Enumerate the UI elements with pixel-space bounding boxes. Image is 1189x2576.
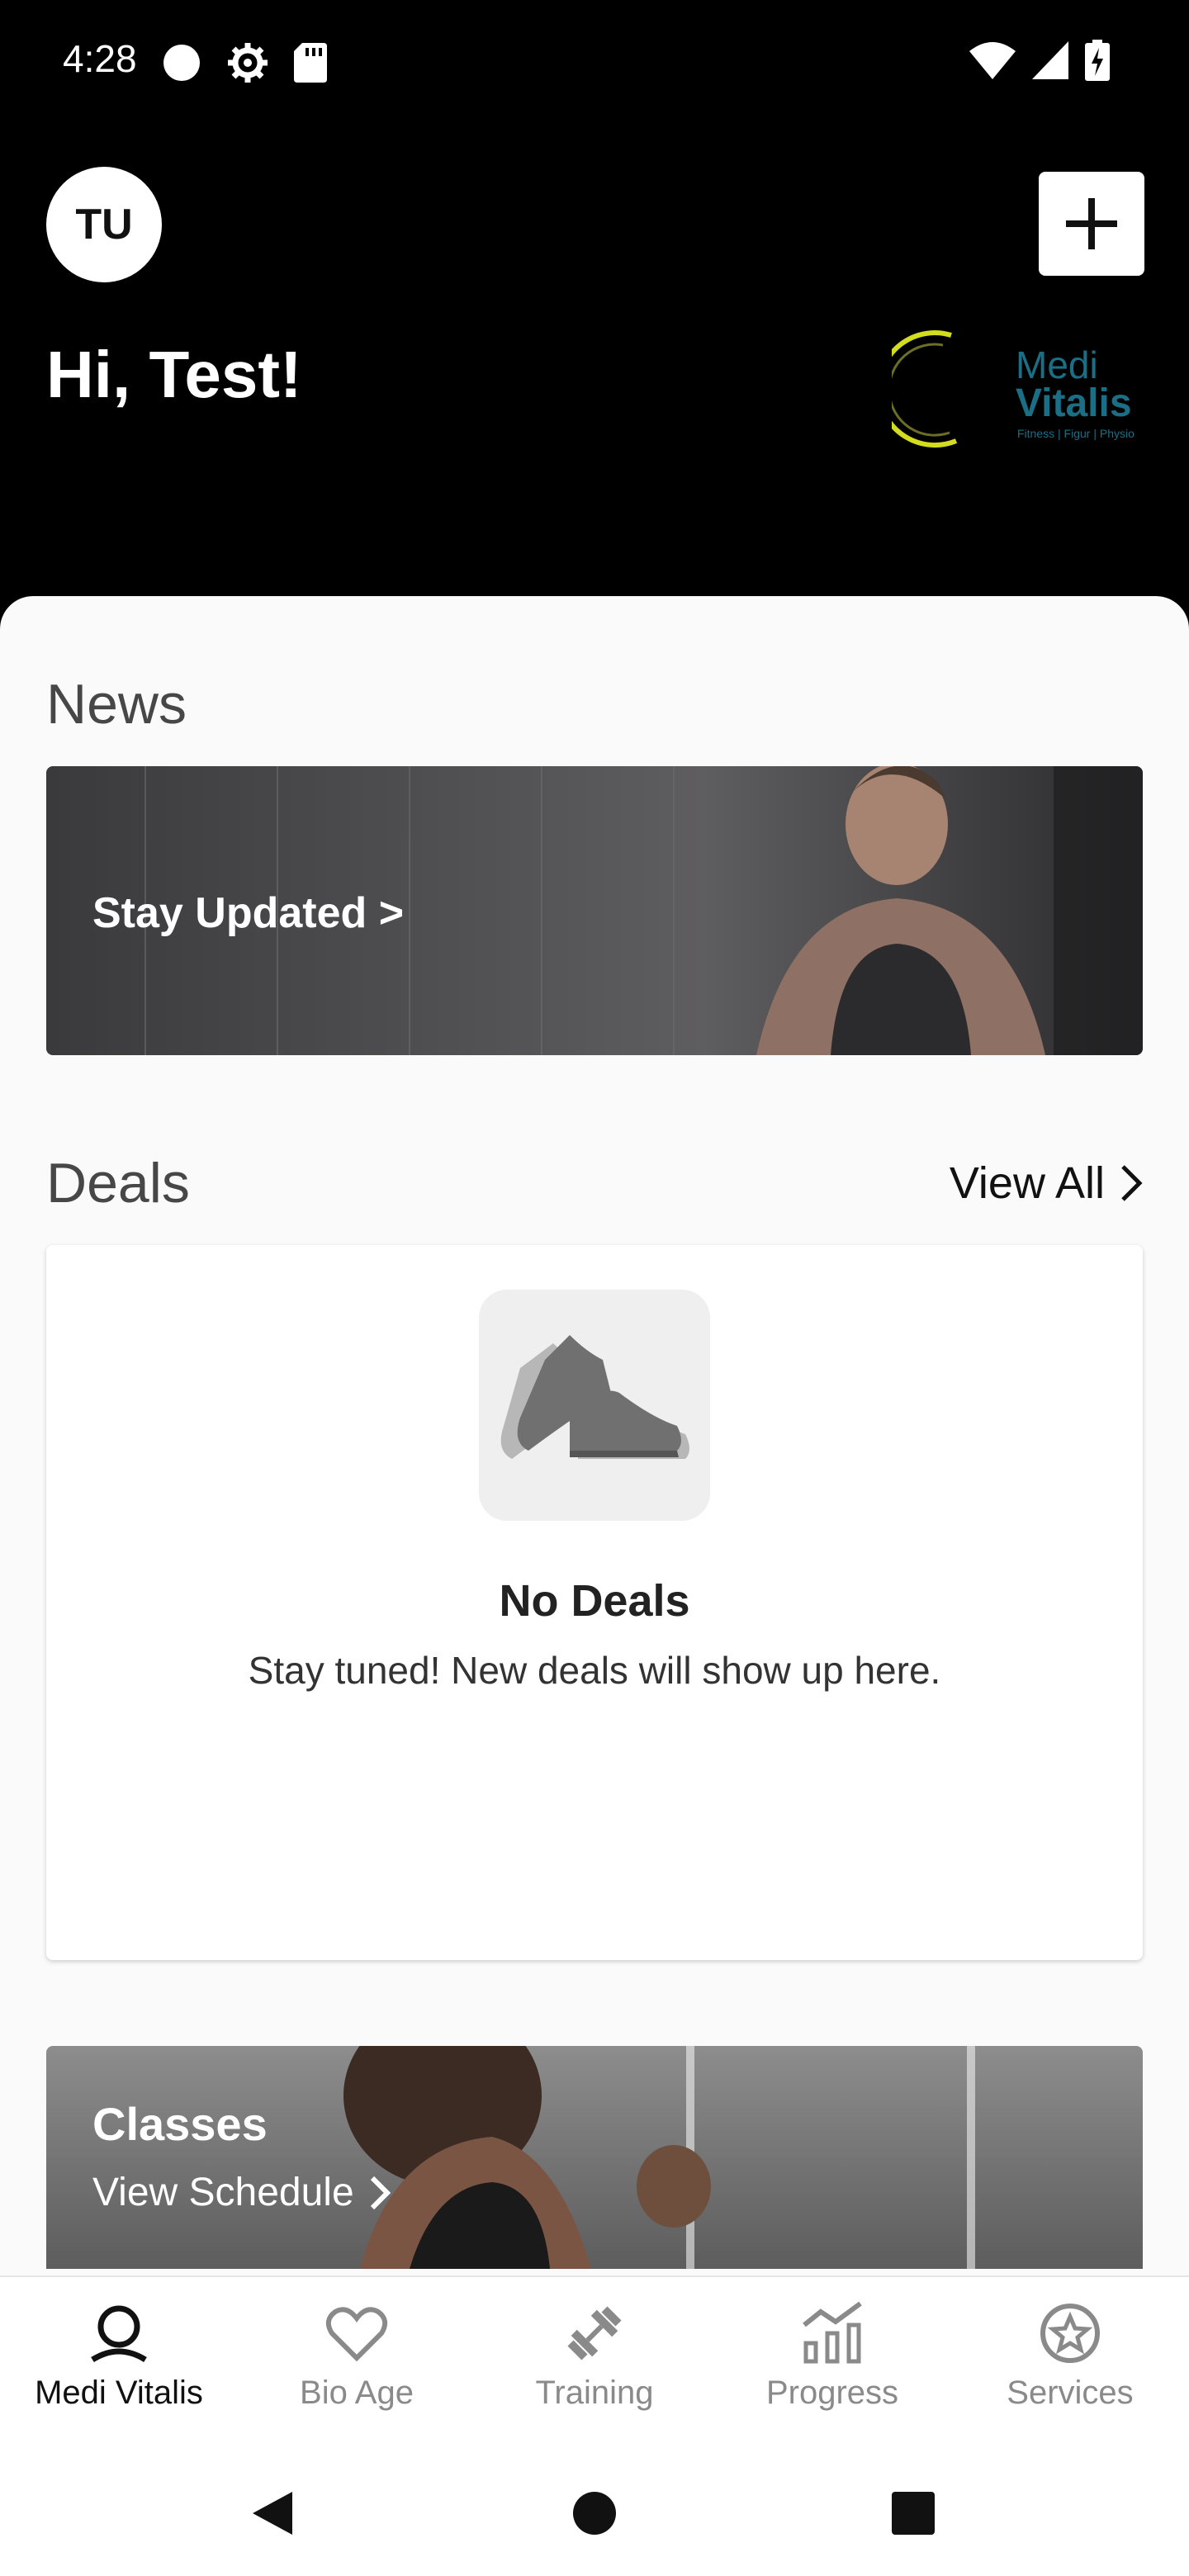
deals-title: Deals	[46, 1152, 190, 1215]
avatar[interactable]: TU	[46, 167, 162, 282]
sneakers-icon	[500, 1335, 689, 1459]
dumbbell-icon	[567, 2306, 622, 2361]
greeting: Hi, Test!	[46, 338, 302, 411]
view-all-label: View All	[949, 1158, 1105, 1208]
heart-icon	[325, 2307, 388, 2362]
view-schedule-label: View Schedule	[92, 2171, 354, 2214]
svg-text:Fitness | Figur | Physio: Fitness | Figur | Physio	[1017, 427, 1135, 440]
nav-item-services[interactable]: Services	[951, 2277, 1189, 2452]
medi-vitalis-logo: Medi Vitalis Fitness | Figur | Physio	[876, 327, 1164, 451]
chevron-right-icon	[1121, 1165, 1143, 1201]
classes-card[interactable]: Classes View Schedule	[46, 2046, 1143, 2269]
news-card-text: Stay Updated >	[92, 889, 405, 937]
system-recents-button[interactable]	[880, 2480, 946, 2546]
status-bar: 4:28	[0, 0, 1189, 124]
system-home-button[interactable]	[561, 2480, 628, 2546]
status-left-icons	[162, 41, 327, 84]
nav-label: Services	[1007, 2375, 1134, 2411]
status-time: 4:28	[63, 37, 137, 80]
bottom-nav: Medi Vitalis Bio Age Training Progress S…	[0, 2275, 1189, 2452]
nav-label: Training	[535, 2375, 654, 2411]
no-deals-title: No Deals	[499, 1576, 690, 1626]
deals-placeholder	[479, 1290, 710, 1521]
nav-item-bio-age[interactable]: Bio Age	[238, 2277, 476, 2452]
nav-label: Bio Age	[300, 2375, 414, 2411]
deals-empty-card: No Deals Stay tuned! New deals will show…	[46, 1245, 1143, 1960]
nav-item-training[interactable]: Training	[476, 2277, 713, 2452]
circle-icon	[163, 45, 200, 81]
view-all-link[interactable]: View All	[950, 1158, 1143, 1209]
chevron-right-icon	[370, 2176, 391, 2209]
star-badge-icon	[1040, 2304, 1100, 2363]
nav-item-progress[interactable]: Progress	[713, 2277, 951, 2452]
no-deals-message: Stay tuned! New deals will show up here.	[248, 1649, 941, 1692]
gear-icon	[228, 43, 268, 83]
system-back-button[interactable]	[239, 2480, 306, 2546]
header: TU Hi, Test! Medi Vitalis Fitness | Figu…	[0, 124, 1189, 603]
news-card[interactable]: Stay Updated >	[46, 766, 1143, 1055]
signal-icon	[1032, 41, 1068, 79]
nav-item-medi-vitalis[interactable]: Medi Vitalis	[0, 2277, 238, 2452]
plus-icon	[1066, 198, 1117, 249]
recents-square-icon	[892, 2492, 935, 2535]
home-circle-icon	[573, 2492, 616, 2535]
wifi-icon	[969, 42, 1016, 79]
content-sheet: News Stay Updated > Deals View All No De…	[0, 596, 1189, 2280]
system-nav-bar	[0, 2452, 1189, 2576]
svg-text:Medi: Medi	[1016, 343, 1098, 386]
status-right-icons	[969, 40, 1110, 81]
classes-image	[46, 2046, 1143, 2269]
svg-text:Vitalis: Vitalis	[1016, 381, 1132, 425]
sd-card-icon	[294, 43, 327, 83]
classes-title: Classes	[92, 2098, 268, 2150]
add-button[interactable]	[1039, 172, 1144, 276]
nav-label: Medi Vitalis	[35, 2375, 203, 2411]
location-person-icon	[91, 2305, 147, 2363]
news-title: News	[46, 673, 187, 736]
back-triangle-icon	[253, 2492, 292, 2535]
chart-icon	[803, 2301, 862, 2364]
nav-label: Progress	[765, 2375, 899, 2411]
view-schedule-link[interactable]: View Schedule	[92, 2170, 391, 2215]
battery-charging-icon	[1085, 40, 1110, 81]
